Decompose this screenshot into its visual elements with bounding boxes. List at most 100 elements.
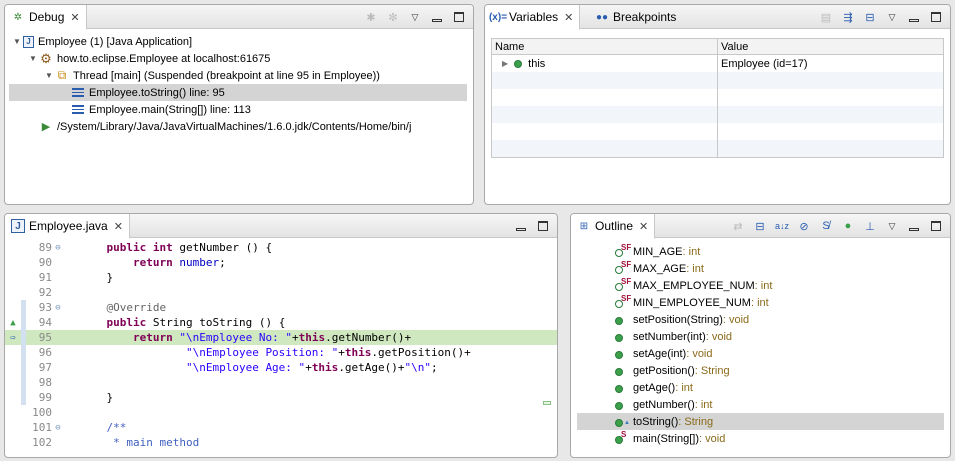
fold-toggle-icon[interactable]: ⊖ [52,423,64,433]
code-line[interactable]: 93 ⊖ @Override [5,300,557,315]
debug-toolbar: ✱ ✼ ▽ [363,8,467,26]
code-line[interactable]: 89 ⊖ public int getNumber () { [5,240,557,255]
code-line[interactable]: ▲ 94 public String toString () { [5,315,557,330]
hide-local-types-icon[interactable]: ⊥ [862,218,878,234]
outline-item[interactable]: Smain(String[]) : void [577,430,944,447]
code-text: return number; [64,256,226,269]
code-line[interactable]: 92 [5,285,557,300]
debug-target-icon: ⚙ [40,50,52,66]
code-editor[interactable]: 89 ⊖ public int getNumber () {90 return n… [5,240,557,457]
close-icon[interactable]: ✕ [639,220,648,233]
outline-item[interactable]: SF MIN_AGE : int [577,243,944,260]
gutter [5,360,21,375]
outline-item-type: : void [686,347,713,360]
debug-tree-label: Employee.toString() line: 95 [89,86,225,99]
member-dot [615,384,623,393]
expand-triangle-icon[interactable]: ▼ [43,71,55,80]
debug-view: ✲ Debug ✕ ✱ ✼ ▽ ▼ J Employee (1) [Java App… [4,4,474,205]
gutter [5,390,21,405]
tab-employee-java[interactable]: J Employee.java ✕ [5,214,130,239]
column-name-header[interactable]: Name [492,39,718,54]
line-number: 92 [38,286,52,299]
expand-triangle-icon[interactable]: ▼ [11,37,23,46]
current-instruction-line[interactable]: ⇨ 95 return "\nEmployee No: "+this.getNum… [5,330,557,345]
expand-triangle-icon[interactable]: ▼ [27,54,39,63]
outline-item[interactable]: SF MAX_AGE : int [577,260,944,277]
minimize-button[interactable] [906,9,922,25]
variable-value-cell [718,72,943,89]
disconnect-icon[interactable]: ✼ [385,9,401,25]
override-marker-icon[interactable]: ▲ [5,315,21,330]
code-line[interactable]: 90 return number; [5,255,557,270]
code-line[interactable]: 98 [5,375,557,390]
overview-ruler-marker[interactable] [543,401,551,405]
debug-tree-row[interactable]: ▶ /System/Library/Java/JavaVirtualMachine… [11,118,467,135]
field-icon [514,59,523,68]
outline-item[interactable]: SF MIN_EMPLOYEE_NUM : int [577,294,944,311]
maximize-button[interactable] [535,218,551,234]
gutter [5,255,21,270]
code-text: public int getNumber () { [64,241,273,254]
code-line[interactable]: 96 "\nEmployee Position: "+this.getPosit… [5,345,557,360]
stack-frame-icon [71,86,85,100]
debug-tree-row[interactable]: ▼ J Employee (1) [Java Application] [11,33,467,50]
code-line[interactable]: 100 [5,405,557,420]
outline-item[interactable]: getPosition() : String [577,362,944,379]
hide-static-icon[interactable]: S̸ [818,218,834,234]
code-line[interactable]: 91 } [5,270,557,285]
view-menu-icon[interactable]: ▽ [884,9,900,25]
fold-toggle-icon[interactable]: ⊖ [52,243,64,253]
collapse-all-icon[interactable]: ⊟ [752,218,768,234]
column-value-header[interactable]: Value [718,39,943,54]
outline-item[interactable]: setAge(int) : void [577,345,944,362]
outline-item[interactable]: setPosition(String) : void [577,311,944,328]
outline-item[interactable]: ▲ toString() : String [577,413,944,430]
view-menu-icon[interactable]: ▽ [884,218,900,234]
close-icon[interactable]: ✕ [70,11,79,24]
gutter [5,345,21,360]
tab-debug[interactable]: ✲ Debug ✕ [5,5,87,30]
expand-triangle-icon[interactable]: ▶ [502,59,508,68]
debug-tree-label: Employee.main(String[]) line: 113 [89,103,251,116]
minimize-button[interactable] [906,218,922,234]
collapse-all-icon[interactable]: ⊟ [862,9,878,25]
hide-non-public-icon[interactable]: ● [840,218,856,234]
close-icon[interactable]: ✕ [564,11,573,24]
link-editor-icon[interactable]: ⇄ [730,218,746,234]
variable-row[interactable]: ▶ this Employee (id=17) [492,55,943,72]
maximize-button[interactable] [928,9,944,25]
debug-tree-row[interactable]: Employee.main(String[]) line: 113 [11,101,467,118]
outline-item[interactable]: getNumber() : int [577,396,944,413]
tab-breakpoints[interactable]: ●● Breakpoints [589,5,682,29]
maximize-button[interactable] [451,9,467,25]
minimize-button[interactable] [429,9,445,25]
line-number: 93 [38,301,52,314]
debug-tabbar: ✲ Debug ✕ ✱ ✼ ▽ [5,5,473,30]
outline-item[interactable]: getAge() : int [577,379,944,396]
code-line[interactable]: 97 "\nEmployee Age: "+this.getAge()+"\n"… [5,360,557,375]
empty-row [492,106,943,123]
code-token: String toString () { [146,316,286,329]
close-icon[interactable]: ✕ [114,220,123,233]
remove-terminated-icon[interactable]: ✱ [363,9,379,25]
sort-icon[interactable]: a↓z [774,218,790,234]
fold-toggle-icon[interactable]: ⊖ [52,303,64,313]
tab-outline[interactable]: ⊞ Outline ✕ [571,214,656,239]
minimize-button[interactable] [513,218,529,234]
code-line[interactable]: 102 * main method [5,435,557,450]
tab-variables[interactable]: (x)= Variables ✕ [485,5,581,30]
debug-tree-row[interactable]: ▼ ⚙ how.to.eclipse.Employee at localhost:6… [11,50,467,67]
outline-item[interactable]: setNumber(int) : void [577,328,944,345]
debug-tree-row[interactable]: Employee.toString() line: 95 [9,84,467,101]
show-type-names-icon[interactable]: ▤ [818,9,834,25]
debug-tree-row[interactable]: ▼ ⧉ Thread [main] (Suspended (breakpoint a… [11,67,467,84]
code-line[interactable]: 99 } [5,390,557,405]
maximize-button[interactable] [928,218,944,234]
hide-fields-icon[interactable]: ⊘ [796,218,812,234]
outline-item[interactable]: SF MAX_EMPLOYEE_NUM : int [577,277,944,294]
view-menu-icon[interactable]: ▽ [407,9,423,25]
breakpoint-instruction-icon[interactable]: ⇨ [5,330,21,345]
show-logical-structure-icon[interactable]: ⇶ [840,9,856,25]
code-line[interactable]: 101 ⊖ /** [5,420,557,435]
